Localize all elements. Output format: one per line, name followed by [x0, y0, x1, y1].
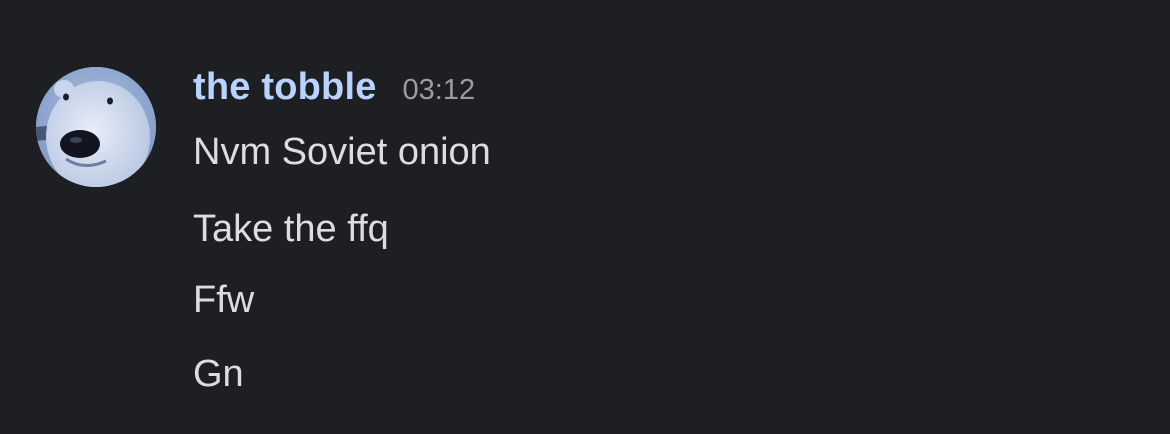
message-timestamp: 03:12	[402, 74, 476, 106]
polar-bear-avatar-icon	[36, 67, 156, 187]
message-line: Gn	[193, 353, 244, 395]
author-name[interactable]: the tobble	[193, 66, 377, 109]
message-header: the tobble 03:12	[193, 66, 475, 114]
message-line: Nvm Soviet onion	[193, 131, 491, 173]
message-group: the tobble 03:12 Nvm Soviet onion Take t…	[0, 0, 1170, 434]
message-line: Ffw	[193, 279, 255, 321]
message-line: Take the ffq	[193, 208, 389, 250]
user-avatar[interactable]	[36, 67, 156, 187]
